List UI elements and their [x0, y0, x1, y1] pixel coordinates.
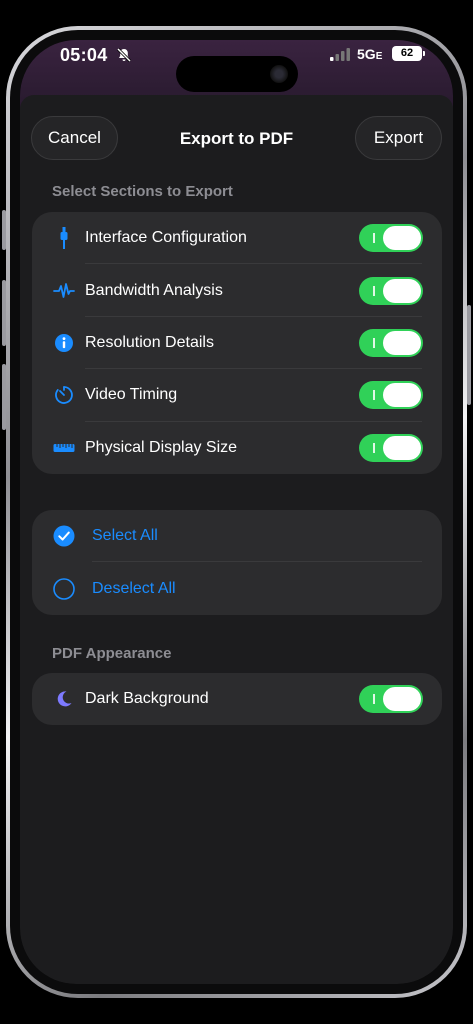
waveform-icon	[53, 280, 75, 302]
export-sheet: Cancel Export to PDF Export Select Secti…	[20, 95, 453, 984]
interface-configuration-toggle[interactable]	[359, 224, 423, 253]
bell-slash-icon	[116, 47, 132, 63]
section-row-bandwidth-analysis[interactable]: Bandwidth Analysis	[32, 264, 442, 317]
sections-group: Interface Configuration Bandwidth Analys…	[32, 212, 442, 474]
info-circle-icon	[53, 332, 75, 354]
ruler-icon	[53, 437, 75, 459]
empty-circle-icon	[53, 577, 75, 600]
dark-background-label: Dark Background	[85, 690, 209, 708]
section-label: Video Timing	[85, 386, 178, 404]
select-all-row[interactable]: Select All	[32, 510, 442, 563]
battery-level: 62	[392, 46, 425, 61]
network-type: 5GE	[357, 46, 383, 62]
dynamic-island	[176, 56, 298, 92]
sections-header: Select Sections to Export	[52, 183, 233, 200]
video-timing-toggle[interactable]	[359, 381, 423, 410]
side-button	[467, 305, 471, 405]
timer-icon	[53, 384, 75, 406]
camera-icon	[270, 65, 288, 83]
dark-background-toggle[interactable]	[359, 685, 423, 714]
volume-up-button	[2, 280, 6, 346]
select-all-label: Select All	[92, 527, 158, 545]
deselect-all-row[interactable]: Deselect All	[32, 562, 442, 614]
bandwidth-analysis-toggle[interactable]	[359, 276, 423, 305]
section-label: Physical Display Size	[85, 438, 238, 456]
cellular-signal-icon	[330, 48, 350, 61]
physical-display-size-toggle[interactable]	[359, 433, 423, 462]
volume-down-button	[2, 364, 6, 430]
section-row-resolution-details[interactable]: Resolution Details	[32, 317, 442, 370]
section-label: Interface Configuration	[85, 229, 247, 247]
section-label: Bandwidth Analysis	[85, 281, 223, 299]
section-row-interface-configuration[interactable]: Interface Configuration	[32, 212, 442, 265]
section-label: Resolution Details	[85, 333, 214, 351]
section-row-physical-display-size[interactable]: Physical Display Size	[32, 422, 442, 474]
appearance-group: Dark Background	[32, 673, 442, 726]
status-time: 05:04	[60, 45, 108, 65]
resolution-details-toggle[interactable]	[359, 328, 423, 357]
screen: 05:04 5GE 62 Cancel Export to PDF Export…	[20, 40, 453, 984]
appearance-header: PDF Appearance	[52, 645, 172, 662]
selection-group: Select All Deselect All	[32, 510, 442, 615]
action-button	[2, 210, 6, 250]
section-row-video-timing[interactable]: Video Timing	[32, 369, 442, 422]
cable-connector-icon	[53, 227, 75, 250]
dark-background-row[interactable]: Dark Background	[32, 673, 442, 725]
deselect-all-label: Deselect All	[92, 579, 176, 597]
export-button[interactable]: Export	[355, 116, 442, 160]
checkmark-circle-icon	[53, 525, 75, 547]
moon-icon	[53, 688, 75, 710]
